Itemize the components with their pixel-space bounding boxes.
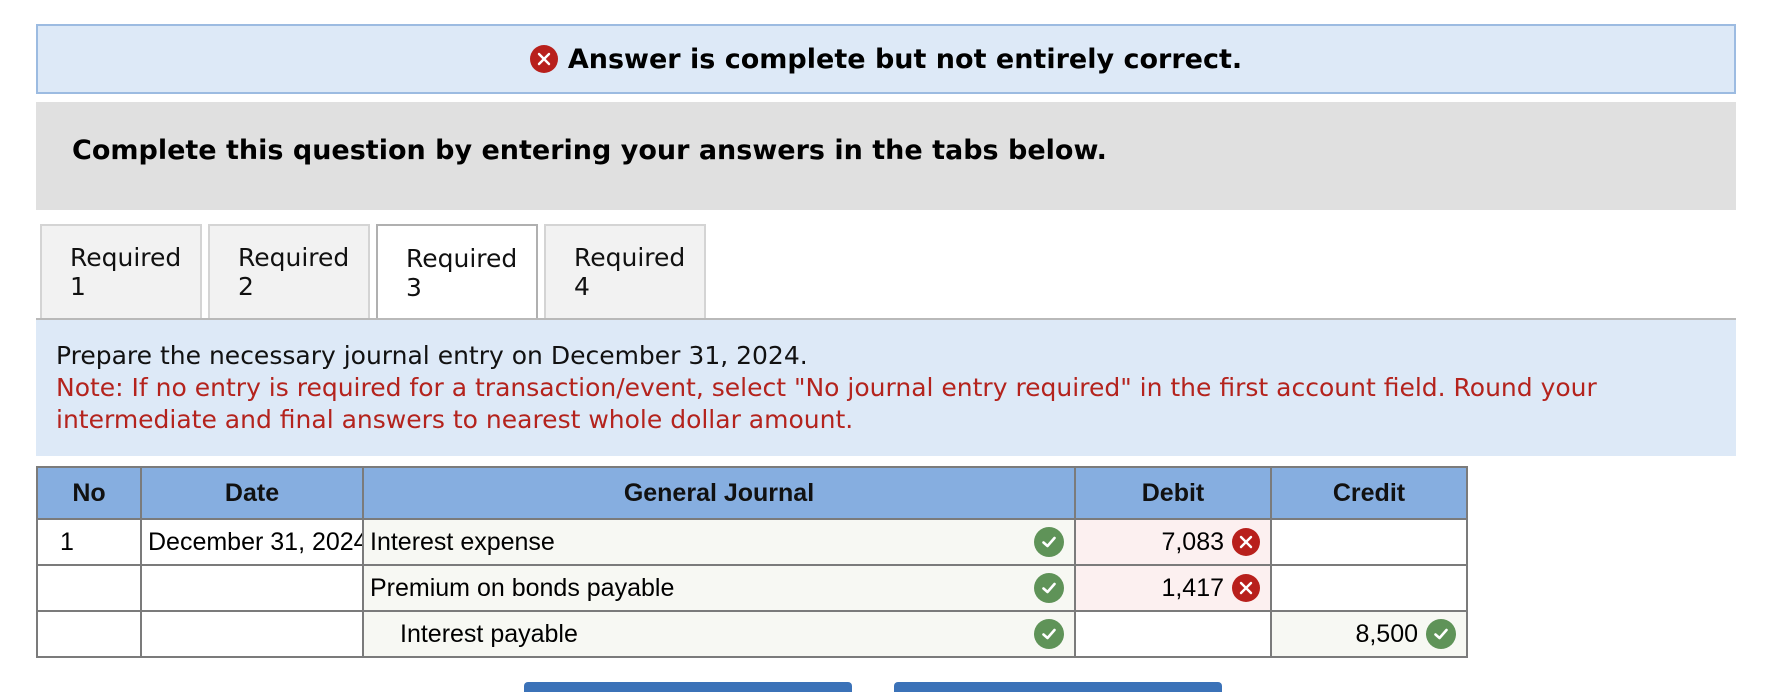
date-cell[interactable] (140, 564, 364, 612)
credit-cell[interactable]: 8,500 (1270, 610, 1468, 658)
tab-required-3[interactable]: Required 3 (376, 224, 538, 320)
table-row: Premium on bonds payable 1,417 (36, 564, 1468, 612)
credit-cell[interactable] (1270, 518, 1468, 566)
date-value: December 31, 2024 (148, 527, 362, 556)
tab-required-2[interactable]: Required 2 (208, 224, 370, 318)
table-header-row: No Date General Journal Debit Credit (36, 466, 1468, 520)
account-name: Premium on bonds payable (370, 573, 675, 602)
debit-value: 1,417 (1161, 573, 1224, 602)
prompt-panel: Prepare the necessary journal entry on D… (36, 320, 1736, 456)
debit-value: 7,083 (1161, 527, 1224, 556)
entry-number (36, 610, 142, 658)
check-circle-icon (1426, 619, 1456, 649)
date-cell[interactable] (140, 610, 364, 658)
instruction-text: Complete this question by entering your … (72, 134, 1107, 166)
prompt-note-line-1: Note: If no entry is required for a tran… (56, 373, 1597, 402)
entry-number (36, 564, 142, 612)
table-row: 1 December 31, 2024 Interest expense 7,0… (36, 518, 1468, 566)
account-name: Interest expense (370, 527, 555, 556)
x-circle-icon (1232, 574, 1260, 602)
instruction-box: Complete this question by entering your … (36, 102, 1736, 210)
tab-required-4[interactable]: Required 4 (544, 224, 706, 318)
result-banner: Answer is complete but not entirely corr… (36, 24, 1736, 94)
account-name: Interest payable (400, 619, 578, 648)
x-circle-icon (529, 45, 558, 73)
result-message: Answer is complete but not entirely corr… (567, 43, 1243, 75)
header-credit: Credit (1270, 466, 1468, 520)
debit-cell[interactable]: 1,417 (1074, 564, 1272, 612)
account-cell[interactable]: Premium on bonds payable (362, 564, 1076, 612)
account-cell[interactable]: Interest expense (362, 518, 1076, 566)
tab-bar: Required 1 Required 2 Required 3 Require… (40, 224, 712, 320)
header-debit: Debit (1074, 466, 1272, 520)
x-circle-icon (1232, 528, 1260, 556)
debit-cell[interactable] (1074, 610, 1272, 658)
debit-cell[interactable]: 7,083 (1074, 518, 1272, 566)
journal-table: No Date General Journal Debit Credit 1 D… (36, 466, 1468, 658)
tab-required-1[interactable]: Required 1 (40, 224, 202, 318)
entry-number: 1 (36, 518, 142, 566)
prompt-note-line-2: intermediate and final answers to neares… (56, 405, 854, 434)
check-circle-icon (1034, 573, 1064, 603)
header-date: Date (140, 466, 364, 520)
header-no: No (36, 466, 142, 520)
header-general-journal: General Journal (362, 466, 1076, 520)
date-cell[interactable]: December 31, 2024 (140, 518, 364, 566)
check-circle-icon (1034, 619, 1064, 649)
account-cell[interactable]: Interest payable (362, 610, 1076, 658)
credit-value: 8,500 (1355, 619, 1418, 648)
check-circle-icon (1034, 527, 1064, 557)
prompt-text: Prepare the necessary journal entry on D… (56, 341, 808, 370)
table-row: Interest payable 8,500 (36, 610, 1468, 658)
credit-cell[interactable] (1270, 564, 1468, 612)
